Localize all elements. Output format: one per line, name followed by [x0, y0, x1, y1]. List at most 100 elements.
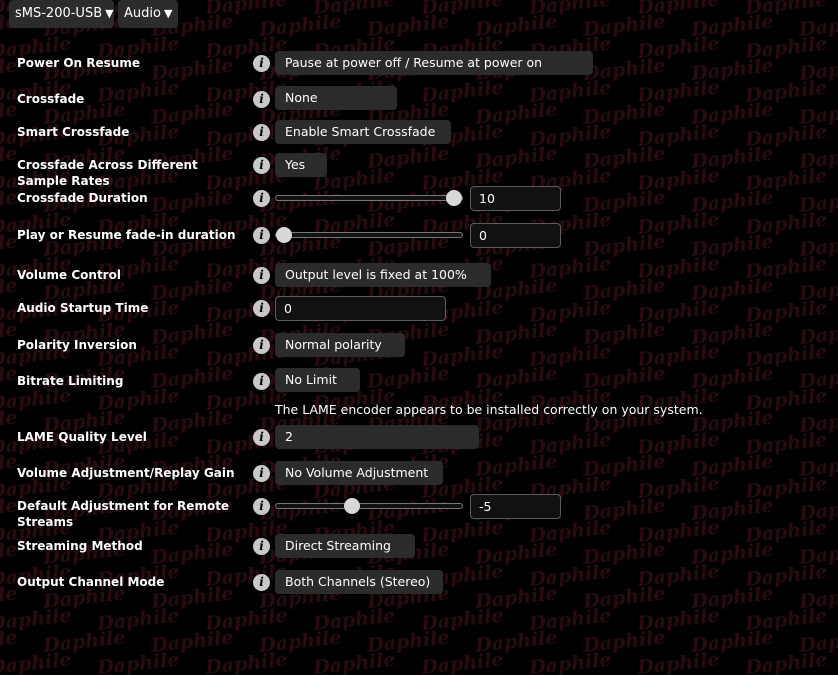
info-icon[interactable]: i [253, 498, 270, 515]
watermark-text: Daphile [581, 362, 666, 393]
watermark-text: Daphile [0, 670, 18, 675]
watermark-text: Daphile [581, 494, 666, 525]
watermark-text: Daphile [0, 406, 18, 437]
volume-control-select[interactable]: Output level is fixed at 100% [275, 263, 491, 287]
fade-in-duration-input[interactable]: 0 [470, 223, 561, 248]
lame-quality-select[interactable]: 2 [275, 425, 479, 449]
watermark-text: Daphile [797, 494, 838, 525]
info-icon[interactable]: i [253, 227, 270, 244]
info-icon[interactable]: i [253, 91, 270, 108]
watermark-text: Daphile [0, 186, 18, 217]
info-icon[interactable]: i [253, 157, 270, 174]
volume-adjustment-label: Volume Adjustment/Replay Gain [17, 466, 235, 480]
watermark-text: Daphile [581, 10, 666, 41]
watermark-text: Daphile [689, 582, 774, 613]
watermark-text: Daphile [257, 626, 342, 657]
watermark-text: Daphile [527, 0, 612, 19]
watermark-text: Daphile [797, 186, 838, 217]
watermark-text: Daphile [527, 340, 612, 371]
streaming-method-select[interactable]: Direct Streaming [275, 534, 415, 558]
watermark-text: Daphile [635, 648, 720, 675]
watermark-text: Daphile [473, 538, 558, 569]
watermark-text: Daphile [797, 450, 838, 481]
smart-crossfade-select[interactable]: Enable Smart Crossfade [275, 120, 451, 144]
watermark-text: Daphile [743, 0, 828, 19]
watermark-text: Daphile [743, 472, 828, 503]
polarity-inversion-label: Polarity Inversion [17, 338, 137, 352]
watermark-text: Daphile [743, 648, 828, 675]
watermark-text: Daphile [635, 0, 720, 19]
watermark-text: Daphile [527, 516, 612, 547]
watermark-text: Daphile [311, 648, 396, 675]
watermark-text: Daphile [689, 230, 774, 261]
watermark-text: Daphile [95, 76, 180, 107]
info-icon[interactable]: i [253, 300, 270, 317]
watermark-text: Daphile [149, 54, 234, 85]
crossfade-duration-input[interactable]: 10 [470, 186, 561, 211]
slider-thumb[interactable] [344, 498, 360, 514]
crossfade-sample-rates-select[interactable]: Yes [275, 153, 327, 177]
watermark-text: Daphile [689, 186, 774, 217]
watermark-text: Daphile [527, 648, 612, 675]
watermark-text: Daphile [743, 560, 828, 591]
fade-in-duration-slider[interactable] [275, 227, 463, 243]
output-channel-mode-select[interactable]: Both Channels (Stereo) [275, 570, 443, 594]
watermark-text: Daphile [581, 274, 666, 305]
watermark-text: Daphile [743, 120, 828, 151]
watermark-text: Daphile [0, 494, 18, 525]
device-select[interactable]: sMS-200-USB ▼ [9, 0, 114, 28]
section-select[interactable]: Audio ▼ [118, 0, 178, 28]
watermark-text: Daphile [743, 428, 828, 459]
volume-adjustment-select[interactable]: No Volume Adjustment [275, 461, 443, 485]
watermark-text: Daphile [203, 604, 288, 635]
watermark-text: Daphile [95, 604, 180, 635]
crossfade-duration-slider[interactable] [275, 190, 463, 206]
watermark-text: Daphile [581, 538, 666, 569]
polarity-inversion-select[interactable]: Normal polarity [275, 333, 405, 357]
watermark-text: Daphile [689, 494, 774, 525]
watermark-text: Daphile [419, 604, 504, 635]
smart-crossfade-label: Smart Crossfade [17, 125, 130, 139]
watermark-text: Daphile [41, 626, 126, 657]
watermark-text: Daphile [473, 10, 558, 41]
info-icon[interactable]: i [253, 337, 270, 354]
info-icon[interactable]: i [253, 267, 270, 284]
bitrate-limiting-label: Bitrate Limiting [17, 374, 124, 388]
watermark-text: Daphile [527, 120, 612, 151]
fade-in-duration-label: Play or Resume fade-in duration [17, 228, 236, 242]
watermark-text: Daphile [797, 54, 838, 85]
bitrate-limiting-select[interactable]: No Limit [275, 368, 360, 392]
watermark-text: Daphile [0, 626, 18, 657]
watermark-text: Daphile [473, 98, 558, 129]
info-icon[interactable]: i [253, 190, 270, 207]
info-icon[interactable]: i [253, 574, 270, 591]
watermark-text: Daphile [419, 340, 504, 371]
crossfade-select[interactable]: None [275, 86, 397, 110]
watermark-text: Daphile [797, 274, 838, 305]
watermark-text: Daphile [365, 142, 450, 173]
info-icon[interactable]: i [253, 124, 270, 141]
watermark-text: Daphile [473, 582, 558, 613]
slider-thumb[interactable] [276, 227, 292, 243]
info-icon[interactable]: i [253, 429, 270, 446]
remote-streams-adjustment-input[interactable]: -5 [470, 494, 561, 519]
watermark-text: Daphile [0, 384, 72, 415]
watermark-text: Daphile [689, 362, 774, 393]
info-icon[interactable]: i [253, 55, 270, 72]
watermark-text: Daphile [365, 362, 450, 393]
remote-streams-adjustment-slider[interactable] [275, 498, 463, 514]
watermark-text: Daphile [0, 142, 18, 173]
slider-thumb[interactable] [446, 190, 462, 206]
watermark-text: Daphile [797, 10, 838, 41]
info-icon[interactable]: i [253, 538, 270, 555]
info-icon[interactable]: i [253, 373, 270, 390]
watermark-text: Daphile [581, 670, 666, 675]
audio-startup-time-input[interactable]: 0 [275, 296, 446, 321]
watermark-text: Daphile [0, 648, 72, 675]
watermark-text: Daphile [473, 626, 558, 657]
watermark-text: Daphile [365, 494, 450, 525]
power-on-resume-select[interactable]: Pause at power off / Resume at power on [275, 51, 593, 75]
watermark-text: Daphile [473, 670, 558, 675]
watermark-text: Daphile [0, 582, 18, 613]
info-icon[interactable]: i [253, 465, 270, 482]
